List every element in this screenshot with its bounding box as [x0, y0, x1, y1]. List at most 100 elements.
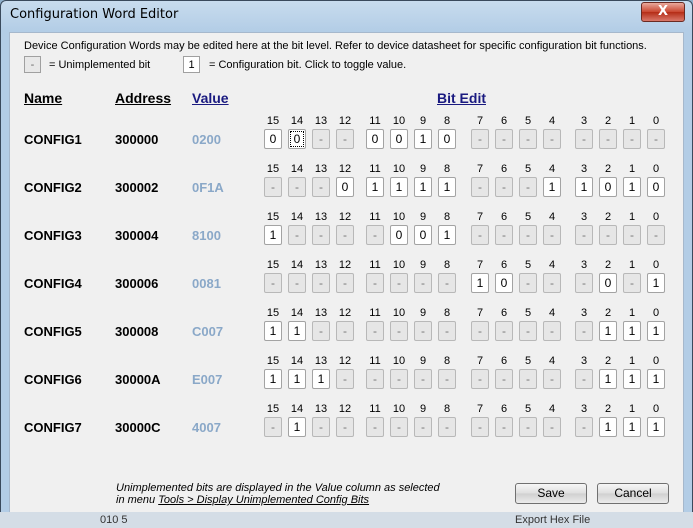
config-bit-toggle[interactable]: 0: [599, 177, 617, 197]
config-bit-toggle[interactable]: 0: [288, 129, 306, 149]
bit-number-label: 12: [338, 307, 352, 319]
config-bit-toggle[interactable]: 1: [647, 321, 665, 341]
unimplemented-bit-box: -: [288, 273, 306, 293]
unimplemented-bit-box: -: [471, 369, 489, 389]
bit-number-label: 7: [476, 163, 484, 175]
bit-number-label: 4: [548, 115, 556, 127]
config-bit-toggle[interactable]: 1: [414, 177, 432, 197]
cancel-button[interactable]: Cancel: [597, 483, 669, 504]
footnote-line1: Unimplemented bits are displayed in the …: [116, 482, 440, 494]
bit-number-label: 8: [443, 163, 451, 175]
config-bit-toggle[interactable]: 1: [288, 417, 306, 437]
bit-number-label: 4: [548, 403, 556, 415]
footnote-line2: in menu Tools > Display Unimplemented Co…: [116, 494, 440, 506]
config-bit-toggle[interactable]: 0: [336, 177, 354, 197]
unimplemented-bit-box: -: [495, 129, 513, 149]
unimplemented-bit-box: -: [264, 177, 282, 197]
config-bit-toggle[interactable]: 1: [312, 369, 330, 389]
config-bit-toggle[interactable]: 1: [599, 321, 617, 341]
bit-edit-header: Bit Edit: [437, 90, 486, 106]
config-bit-toggle[interactable]: 1: [647, 369, 665, 389]
config-bit-toggle[interactable]: 0: [390, 129, 408, 149]
footnote-prefix: in menu: [116, 494, 159, 506]
config-bit-toggle[interactable]: 0: [366, 129, 384, 149]
unimplemented-bit-box: -: [264, 417, 282, 437]
config-bit-toggle[interactable]: 1: [288, 321, 306, 341]
bit-number-label: 1: [628, 163, 636, 175]
config-bit-toggle[interactable]: 0: [599, 273, 617, 293]
display-unimplemented-menu-link[interactable]: Tools > Display Unimplemented Config Bit…: [158, 494, 369, 506]
unimplemented-bit-box: -: [438, 369, 456, 389]
unimplemented-bit-box: -: [414, 369, 432, 389]
bit-number-label: 14: [290, 307, 304, 319]
config-bit-toggle[interactable]: 1: [543, 177, 561, 197]
bit-number-label: 15: [266, 259, 280, 271]
config-bit-toggle[interactable]: 1: [438, 177, 456, 197]
config-bit-toggle[interactable]: 0: [264, 129, 282, 149]
config-bit-toggle[interactable]: 1: [623, 177, 641, 197]
config-bit-toggle[interactable]: 1: [623, 417, 641, 437]
bit-number-label: 6: [500, 403, 508, 415]
bit-number-label: 6: [500, 115, 508, 127]
bit-number-label: 11: [369, 259, 381, 271]
bit-number-label: 15: [266, 307, 280, 319]
config-bit-toggle[interactable]: 0: [495, 273, 513, 293]
unimplemented-bit-box: -: [623, 273, 641, 293]
unimplemented-bit-box: -: [336, 321, 354, 341]
config-bit-toggle[interactable]: 1: [264, 369, 282, 389]
config-bit-toggle[interactable]: 0: [414, 225, 432, 245]
bit-number-label: 0: [652, 115, 660, 127]
bit-number-label: 8: [443, 259, 451, 271]
bit-number-label: 12: [338, 403, 352, 415]
bit-number-label: 12: [338, 259, 352, 271]
unimplemented-bit-box: -: [471, 177, 489, 197]
bit-number-label: 14: [290, 259, 304, 271]
config-bit-toggle[interactable]: 0: [438, 129, 456, 149]
config-bit-toggle[interactable]: 1: [575, 177, 593, 197]
config-bit-toggle[interactable]: 1: [647, 273, 665, 293]
config-bit-toggle[interactable]: 1: [623, 321, 641, 341]
unimplemented-bit-box: -: [438, 273, 456, 293]
unimplemented-bit-box: -: [414, 417, 432, 437]
unimplemented-bit-box: -: [599, 129, 617, 149]
value-header: Value: [192, 90, 229, 106]
save-button[interactable]: Save: [515, 483, 587, 504]
bit-number-label: 15: [266, 115, 280, 127]
bit-number-label: 8: [443, 403, 451, 415]
config-bit-toggle[interactable]: 1: [288, 369, 306, 389]
unimplemented-bit-box: -: [336, 273, 354, 293]
register-value: 0200: [192, 132, 221, 147]
config-bit-toggle[interactable]: 1: [647, 417, 665, 437]
config-bit-toggle[interactable]: 1: [390, 177, 408, 197]
unimplemented-bit-box: -: [414, 273, 432, 293]
bit-number-label: 14: [290, 163, 304, 175]
bit-number-label: 9: [419, 307, 427, 319]
config-bit-toggle[interactable]: 1: [264, 225, 282, 245]
bit-number-label: 2: [604, 259, 612, 271]
bit-number-label: 13: [314, 307, 328, 319]
config-bit-toggle[interactable]: 1: [366, 177, 384, 197]
unimplemented-bit-box: -: [471, 225, 489, 245]
close-button[interactable]: X: [641, 2, 685, 22]
window-title: Configuration Word Editor: [10, 7, 179, 22]
config-bit-toggle[interactable]: 0: [647, 177, 665, 197]
bit-number-label: 11: [369, 115, 381, 127]
bit-number-label: 9: [419, 403, 427, 415]
config-bit-toggle[interactable]: 1: [599, 417, 617, 437]
unimplemented-bit-box: -: [519, 369, 537, 389]
config-bit-toggle[interactable]: 1: [438, 225, 456, 245]
unimplemented-bit-box: -: [575, 417, 593, 437]
config-bit-toggle[interactable]: 0: [390, 225, 408, 245]
bit-number-label: 9: [419, 259, 427, 271]
bit-number-label: 10: [392, 259, 406, 271]
config-bit-toggle[interactable]: 1: [599, 369, 617, 389]
config-bit-toggle[interactable]: 1: [414, 129, 432, 149]
bit-number-label: 10: [392, 211, 406, 223]
register-address: 300006: [115, 276, 159, 291]
bit-number-label: 0: [652, 307, 660, 319]
config-bit-toggle[interactable]: 1: [471, 273, 489, 293]
config-bit-toggle[interactable]: 1: [264, 321, 282, 341]
config-bit-legend-box: 1: [183, 56, 200, 73]
config-bit-toggle[interactable]: 1: [623, 369, 641, 389]
register-address: 30000A: [115, 372, 161, 387]
